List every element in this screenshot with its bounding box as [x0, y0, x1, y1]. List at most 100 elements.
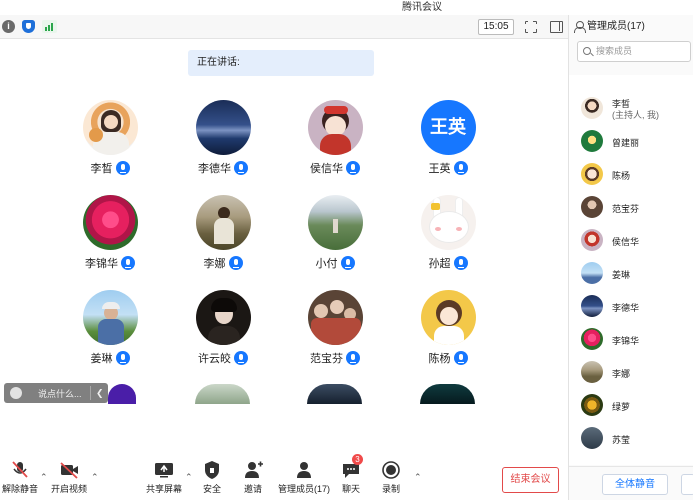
mic-icon — [453, 256, 468, 270]
member-item[interactable]: 苏莹 — [581, 427, 691, 451]
participant-tile[interactable]: 陈杨 — [408, 290, 488, 366]
mute-all-button[interactable]: 全体静音 — [602, 474, 668, 495]
participant-tile[interactable]: 李晳 — [70, 100, 150, 176]
chat-button[interactable]: 3 聊天 — [340, 454, 363, 495]
member-name: 陈杨 — [612, 171, 631, 181]
info-icon[interactable]: i — [2, 20, 15, 33]
avatar — [581, 97, 603, 119]
avatar — [420, 195, 476, 250]
member-item[interactable]: 李德华 — [581, 295, 691, 319]
member-item[interactable]: 李晳 (主持人, 我) — [581, 97, 691, 121]
security-button[interactable]: 安全 — [201, 460, 223, 495]
member-name: 范宝芬 — [612, 204, 640, 214]
share-screen-button[interactable]: 共享屏幕 — [146, 460, 182, 495]
chevron-up-icon[interactable]: ⌃ — [91, 472, 99, 483]
participant-tile[interactable]: 侯信华 — [295, 100, 375, 176]
member-role: (主持人, 我) — [612, 110, 659, 120]
shield-icon[interactable] — [22, 20, 35, 33]
divider — [90, 386, 91, 400]
member-name: 侯信华 — [612, 237, 640, 247]
participant-tile[interactable]: 李德华 — [183, 100, 263, 176]
member-name: 李德华 — [612, 303, 640, 313]
mic-icon — [121, 256, 135, 270]
avatar — [307, 195, 363, 250]
participant-name: 许云皎 — [198, 353, 231, 365]
avatar — [581, 328, 603, 350]
avatar — [581, 130, 603, 152]
fullscreen-icon[interactable] — [524, 20, 537, 33]
member-item[interactable]: 陈杨 — [581, 163, 691, 187]
mic-icon — [234, 351, 248, 365]
member-name: 李娜 — [612, 369, 631, 379]
invite-label: 邀请 — [243, 484, 262, 494]
participant-tile[interactable]: 孙超 — [408, 195, 488, 271]
member-name: 姜琳 — [612, 270, 631, 280]
end-meeting-button[interactable]: 结束会议 — [502, 467, 559, 493]
avatar — [307, 100, 363, 155]
record-button[interactable]: 录制 — [380, 460, 402, 495]
participant-avatar-partial — [307, 384, 362, 404]
avatar — [581, 361, 603, 383]
mic-icon — [346, 351, 360, 365]
invite-button[interactable]: 邀请 — [242, 460, 264, 495]
member-search-input[interactable]: 搜索成员 — [577, 41, 691, 62]
member-item[interactable]: 曾建丽 — [581, 130, 691, 154]
member-item[interactable]: 李锦华 — [581, 328, 691, 352]
manage-members-button[interactable]: 管理成员(17) — [278, 460, 330, 495]
member-item[interactable]: 绿萝 — [581, 394, 691, 418]
member-name: 绿萝 — [612, 402, 631, 412]
signal-icon[interactable] — [42, 20, 57, 33]
avatar — [581, 427, 603, 449]
meeting-clock: 15:05 — [478, 19, 514, 35]
participant-name: 王英 — [428, 163, 451, 175]
participant-tile[interactable]: 王英 王英 — [408, 100, 488, 176]
more-options-button[interactable] — [681, 474, 693, 495]
mic-icon — [115, 351, 130, 365]
meeting-top-toolbar: i 15:05 — [0, 15, 568, 39]
member-item[interactable]: 侯信华 — [581, 229, 691, 253]
search-icon — [583, 47, 591, 55]
start-video-label: 开启视频 — [51, 484, 88, 494]
participant-name: 李锦华 — [85, 258, 118, 270]
avatar — [307, 290, 363, 345]
mic-icon — [453, 161, 468, 175]
participant-tile[interactable]: 许云皎 — [183, 290, 263, 366]
chevron-up-icon[interactable]: ⌃ — [414, 472, 422, 483]
chevron-up-icon[interactable]: ⌃ — [40, 472, 48, 483]
avatar: 王英 — [420, 100, 476, 155]
search-placeholder: 搜索成员 — [596, 46, 633, 56]
member-item[interactable]: 李娜 — [581, 361, 691, 385]
member-item[interactable]: 姜琳 — [581, 262, 691, 286]
speaking-indicator: 正在讲话: — [188, 50, 374, 76]
chevron-up-icon[interactable]: ⌃ — [185, 472, 193, 483]
record-label: 录制 — [381, 484, 400, 494]
window-title: 腾讯会议 — [402, 2, 442, 13]
mic-icon — [115, 161, 130, 175]
title-bar: 腾讯会议 — [0, 0, 693, 13]
participant-tile[interactable]: 李锦华 — [70, 195, 150, 271]
quick-chat-input[interactable]: 说点什么... ❮ — [4, 383, 108, 403]
share-screen-icon — [153, 460, 175, 480]
participant-avatar-partial — [420, 384, 475, 404]
avatar — [195, 100, 251, 155]
camera-off-icon — [58, 460, 80, 480]
participant-tile[interactable]: 范宝芬 — [295, 290, 375, 366]
participant-name: 陈杨 — [428, 353, 451, 365]
participant-tile[interactable]: 李娜 — [183, 195, 263, 271]
chat-placeholder: 说点什么... — [38, 389, 82, 399]
mic-icon — [228, 256, 243, 270]
participant-tile[interactable]: 小付 — [295, 195, 375, 271]
participant-tile[interactable]: 姜琳 — [70, 290, 150, 366]
participant-name: 李晳 — [90, 163, 113, 175]
avatar — [581, 295, 603, 317]
start-video-button[interactable]: 开启视频 — [51, 460, 87, 495]
toggle-panel-icon[interactable] — [550, 21, 563, 33]
participant-name: 姜琳 — [90, 353, 113, 365]
members-panel: 管理成员(17) 搜索成员 李晳 (主持人, 我) 曾建丽 陈杨 范宝芬 侯信华… — [569, 15, 693, 500]
members-panel-header: 管理成员(17) — [569, 15, 693, 39]
participant-name: 李德华 — [198, 163, 231, 175]
emoji-icon[interactable] — [10, 387, 22, 399]
collapse-arrow-icon[interactable]: ❮ — [96, 388, 104, 399]
unmute-button[interactable]: 解除静音 — [2, 460, 38, 495]
member-item[interactable]: 范宝芬 — [581, 196, 691, 220]
